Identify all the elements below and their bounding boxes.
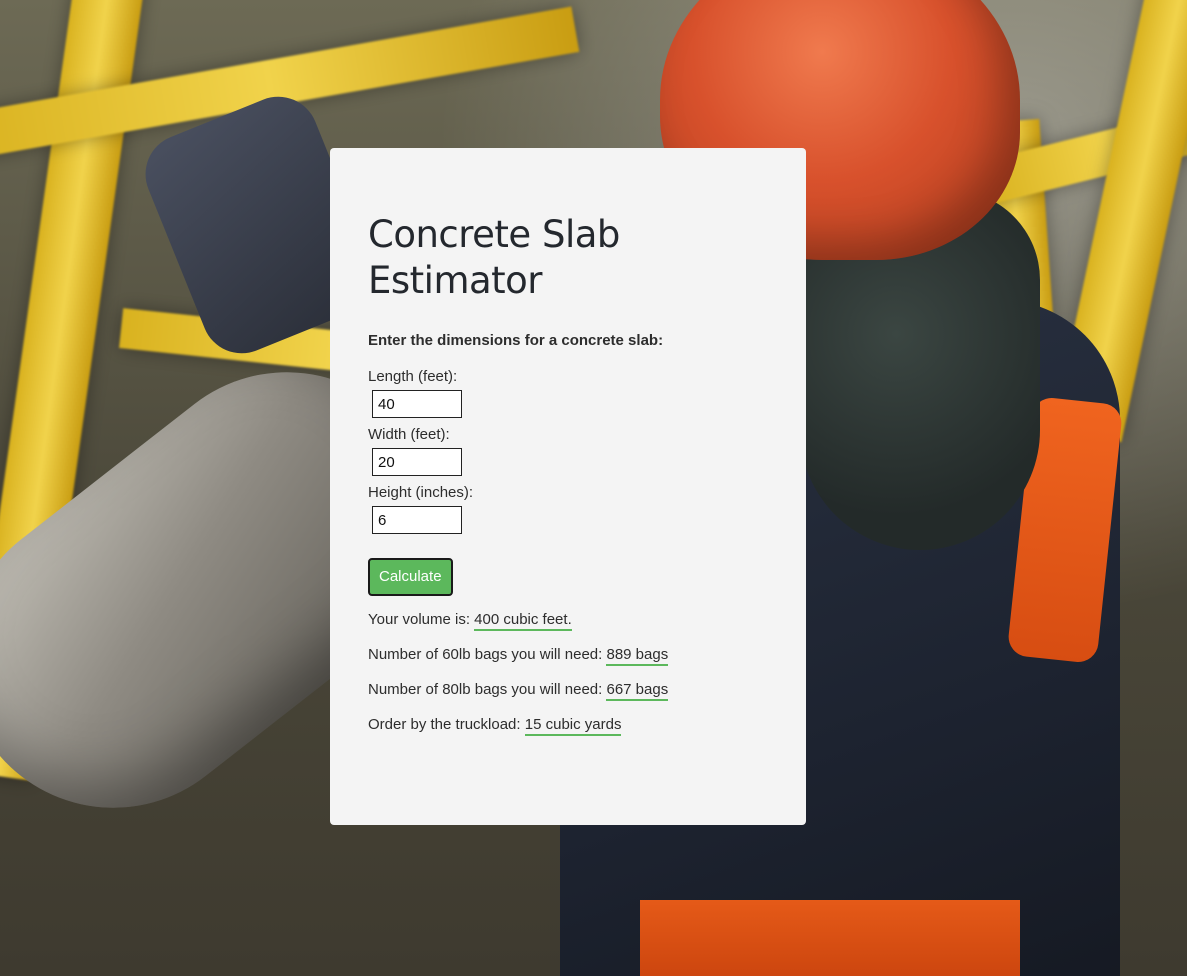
estimator-card: Concrete Slab Estimator Enter the dimens… [330,148,806,825]
bags-80lb-result: Number of 80lb bags you will need: 667 b… [368,680,768,701]
volume-value: 400 cubic feet. [474,611,572,631]
truckload-label: Order by the truckload: [368,716,521,733]
volume-label: Your volume is: [368,611,470,628]
bags-80lb-value: 667 bags [606,681,669,701]
calculate-button[interactable]: Calculate [368,558,453,596]
width-label: Width (feet): [368,426,450,443]
safety-vest [640,900,1020,976]
length-label: Length (feet): [368,368,458,385]
bags-80lb-label: Number of 80lb bags you will need: [368,681,603,698]
bags-60lb-label: Number of 60lb bags you will need: [368,646,603,663]
height-label: Height (inches): [368,484,474,501]
height-input[interactable] [372,506,462,534]
bags-60lb-value: 889 bags [606,646,669,666]
dimensions-form: Length (feet): Width (feet): Height (inc… [368,368,768,596]
form-intro: Enter the dimensions for a concrete slab… [368,332,664,349]
length-input[interactable] [372,390,462,418]
bags-60lb-result: Number of 60lb bags you will need: 889 b… [368,645,768,666]
results-section: Your volume is: 400 cubic feet. Number o… [368,610,768,736]
truckload-value: 15 cubic yards [524,716,622,736]
page-title: Concrete Slab Estimator [368,213,620,302]
truckload-result: Order by the truckload: 15 cubic yards [368,715,768,736]
volume-result: Your volume is: 400 cubic feet. [368,610,768,631]
width-input[interactable] [372,448,462,476]
